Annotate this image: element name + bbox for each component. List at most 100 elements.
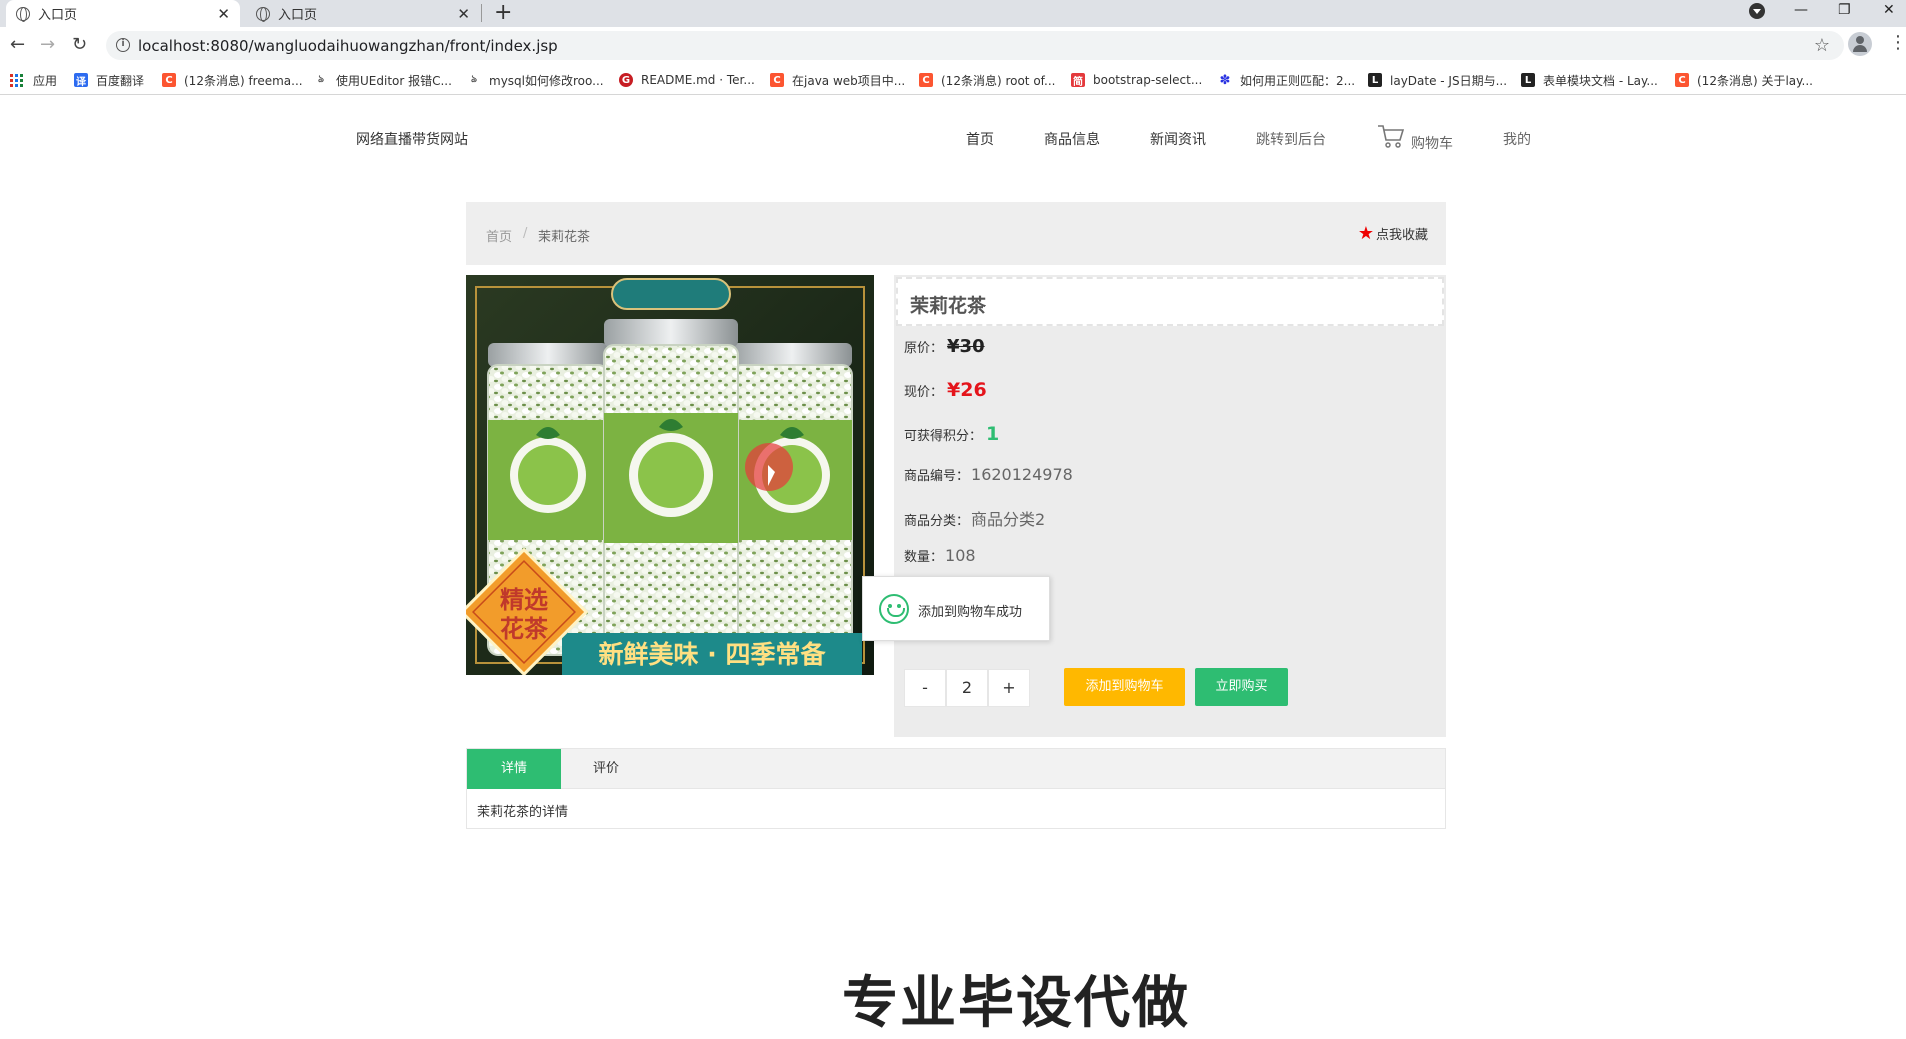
detail-tabs: 详情 评价 茉莉花茶的详情 — [466, 748, 1446, 829]
bookmark-apps[interactable]: 应用 — [10, 70, 57, 90]
bookmark-label: 表单模块文档 - Lay... — [1543, 73, 1658, 88]
bookmark-label: bootstrap-select... — [1093, 73, 1203, 87]
nav-news[interactable]: 新闻资讯 — [1150, 129, 1206, 149]
kebab-menu-icon[interactable]: ⋮ — [1889, 33, 1906, 53]
cart-icon[interactable] — [1377, 123, 1405, 149]
csdn-icon: C — [1675, 73, 1689, 87]
address-bar-row: ← → ↻ i localhost:8080/wangluodaihuowang… — [0, 27, 1906, 65]
category-value: 商品分类2 — [971, 510, 1046, 529]
new-tab-icon[interactable]: + — [494, 1, 512, 25]
apps-icon — [10, 73, 23, 87]
buy-now-button[interactable]: 立即购买 — [1195, 668, 1288, 706]
account-icon[interactable] — [1848, 32, 1872, 56]
success-toast: 添加到购物车成功 — [862, 576, 1050, 641]
stock-label: 数量： — [904, 550, 944, 565]
bookmark-item[interactable]: L 表单模块文档 - Lay... — [1521, 70, 1658, 90]
bookmark-label: 在java web项目中... — [792, 73, 906, 88]
site-title[interactable]: 网络直播带货网站 — [356, 129, 468, 149]
product-code-label: 商品编号： — [904, 469, 970, 484]
browser-tab-1[interactable]: 入口页 ✕ — [6, 0, 240, 27]
current-price-value: ¥26 — [947, 379, 987, 401]
close-icon[interactable]: ✕ — [217, 5, 230, 23]
bookmark-item[interactable]: ঌ mysql如何修改roo... — [467, 70, 604, 90]
bookmark-item[interactable]: 译 百度翻译 — [74, 70, 144, 90]
tab-review[interactable]: 评价 — [593, 749, 619, 789]
bookmark-item[interactable]: C 在java web项目中... — [770, 70, 905, 90]
window-close-icon[interactable]: ✕ — [1883, 0, 1895, 22]
nav-products[interactable]: 商品信息 — [1044, 129, 1100, 149]
add-to-cart-button[interactable]: 添加到购物车 — [1064, 668, 1185, 706]
bookmark-item[interactable]: ঌ 使用UEditor 报错C... — [314, 70, 452, 90]
stock-row: 数量： 108 — [904, 546, 976, 565]
product-code-value: 1620124978 — [971, 465, 1073, 484]
omnibox[interactable]: i localhost:8080/wangluodaihuowangzhan/f… — [106, 31, 1844, 60]
points-row: 可获得积分： 1 — [904, 423, 999, 445]
browser-tab-2[interactable]: 入口页 ✕ — [246, 0, 480, 27]
original-price-label: 原价： — [904, 341, 944, 356]
csdn-icon: C — [919, 73, 933, 87]
forward-icon[interactable]: → — [40, 35, 55, 55]
browser-tab-label: 入口页 — [38, 8, 78, 23]
back-icon[interactable]: ← — [10, 35, 25, 55]
bookmark-item[interactable]: 简 bootstrap-select... — [1071, 70, 1202, 90]
nav-mine[interactable]: 我的 — [1503, 129, 1531, 149]
nav-home[interactable]: 首页 — [966, 129, 994, 149]
close-icon[interactable]: ✕ — [457, 5, 470, 23]
reload-icon[interactable]: ↻ — [72, 35, 87, 55]
stock-value: 108 — [945, 546, 976, 565]
bookmark-item[interactable]: L layDate - JS日期与... — [1368, 70, 1507, 90]
cnblogs-icon: ঌ — [317, 73, 325, 85]
layui-icon: L — [1521, 73, 1535, 87]
url-text[interactable]: localhost:8080/wangluodaihuowangzhan/fro… — [138, 37, 558, 55]
image-banner-text: 新鲜美味 · 四季常备 — [599, 640, 827, 669]
bookmark-item[interactable]: C (12条消息) root of... — [919, 70, 1055, 90]
bookmark-item[interactable]: C (12条消息) freema... — [162, 70, 303, 90]
tab-divider — [481, 4, 482, 22]
bookmark-item[interactable]: C (12条消息) 关于lay... — [1675, 70, 1813, 90]
watermark-caption: 专业毕设代做 — [842, 971, 1190, 1036]
toast-message: 添加到购物车成功 — [918, 605, 1023, 620]
favorite-label: 点我收藏 — [1375, 228, 1428, 243]
smile-icon — [879, 594, 909, 624]
quantity-decrease-button[interactable]: - — [904, 669, 946, 707]
bookmark-label: README.md · Ter... — [641, 73, 755, 87]
category-row: 商品分类： 商品分类2 — [904, 506, 1045, 530]
original-price-row: 原价： ¥30 — [904, 336, 985, 357]
baidu-translate-icon: 译 — [74, 73, 88, 88]
nav-cart[interactable]: 购物车 — [1411, 133, 1453, 153]
globe-icon — [256, 6, 270, 22]
breadcrumb-separator: / — [523, 226, 528, 241]
site-header: 网络直播带货网站 首页 商品信息 新闻资讯 跳转到后台 购物车 我的 — [0, 96, 1906, 181]
product-title-box: 茉莉花茶 — [896, 277, 1444, 326]
tab-detail[interactable]: 详情 — [467, 749, 561, 789]
browser-tab-label: 入口页 — [278, 8, 318, 23]
nav-admin[interactable]: 跳转到后台 — [1256, 129, 1326, 149]
category-label: 商品分类： — [904, 514, 970, 529]
gitee-icon: G — [619, 73, 633, 87]
product-info-panel: 茉莉花茶 原价： ¥30 现价： ¥26 可获得积分： 1 商品编号： 1620… — [894, 275, 1446, 737]
product-title: 茉莉花茶 — [910, 295, 987, 317]
quantity-input[interactable]: 2 — [946, 669, 988, 707]
bookmark-item[interactable]: G README.md · Ter... — [619, 70, 755, 90]
baidu-icon: ✽ — [1219, 72, 1231, 88]
bookmark-label: (12条消息) freema... — [184, 73, 303, 88]
bookmark-item[interactable]: ✽ 如何用正则匹配：2... — [1218, 70, 1356, 90]
quantity-increase-button[interactable]: + — [988, 669, 1030, 707]
breadcrumb-current: 茉莉花茶 — [538, 230, 591, 245]
detail-content: 茉莉花茶的详情 — [477, 805, 569, 820]
restore-icon[interactable]: ❐ — [1838, 0, 1851, 22]
bookmarks-bar: 应用 译 百度翻译 C (12条消息) freema... ঌ 使用UEdito… — [0, 65, 1906, 95]
cnblogs-icon: ঌ — [470, 73, 478, 85]
info-icon[interactable]: i — [116, 38, 130, 52]
favorite-button[interactable]: ★ 点我收藏 — [1358, 224, 1428, 243]
minimize-icon[interactable]: — — [1794, 0, 1808, 22]
breadcrumb-home[interactable]: 首页 — [486, 226, 512, 245]
bookmark-star-icon[interactable]: ☆ — [1814, 35, 1830, 56]
bookmark-label: (12条消息) 关于lay... — [1697, 73, 1813, 88]
points-label: 可获得积分： — [904, 429, 983, 444]
globe-icon — [16, 6, 30, 22]
bookmark-label: (12条消息) root of... — [941, 73, 1056, 88]
tab-search-icon[interactable] — [1749, 3, 1765, 19]
bookmark-label: 如何用正则匹配：2... — [1240, 73, 1356, 88]
breadcrumb: 首页 / 茉莉花茶 ★ 点我收藏 — [466, 202, 1446, 265]
